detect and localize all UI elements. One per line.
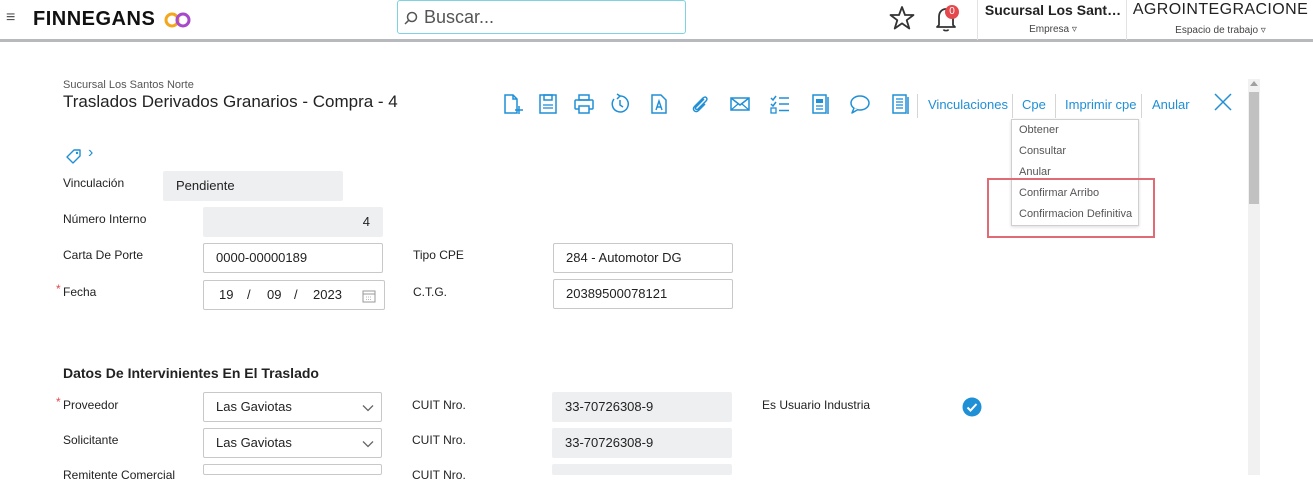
logo-text: FINNEGANS <box>33 8 156 30</box>
attachment-icon[interactable] <box>688 92 712 116</box>
tipo-cpe-input[interactable]: 284 - Automotor DG <box>553 243 733 273</box>
remitente-cuit-field <box>552 464 732 475</box>
numero-interno-label: Número Interno <box>63 212 147 226</box>
header-divider <box>977 0 978 40</box>
carta-porte-input[interactable]: 0000-00000189 <box>203 243 383 273</box>
fecha-day[interactable]: 19 <box>219 281 233 309</box>
chevron-down-icon <box>362 405 374 412</box>
tag-icon[interactable] <box>65 148 83 164</box>
scrollbar-thumb[interactable] <box>1249 92 1259 204</box>
comment-icon[interactable] <box>848 92 872 116</box>
fecha-label: Fecha <box>63 285 97 299</box>
text-document-icon[interactable] <box>647 92 671 116</box>
fecha-year[interactable]: 2023 <box>313 281 342 309</box>
branch-label: Empresa ▿ <box>1029 24 1077 35</box>
vertical-scrollbar[interactable] <box>1248 79 1260 475</box>
document-subtitle: Sucursal Los Santos Norte <box>63 79 194 91</box>
search-input[interactable] <box>424 5 674 29</box>
remitente-select[interactable] <box>203 464 382 475</box>
new-document-icon[interactable] <box>500 92 524 116</box>
check-circle-icon[interactable] <box>962 397 982 417</box>
proveedor-value: Las Gaviotas <box>216 399 292 414</box>
toolbar-divider <box>1141 94 1142 118</box>
anular-link[interactable]: Anular <box>1152 97 1190 112</box>
date-separator: / <box>294 287 298 302</box>
report-icon[interactable] <box>808 92 832 116</box>
solicitante-select[interactable]: Las Gaviotas <box>203 428 382 458</box>
highlight-box <box>987 178 1155 238</box>
history-icon[interactable] <box>608 92 632 116</box>
page-title: Traslados Derivados Granarios - Compra -… <box>63 92 398 111</box>
company-name: AGROINTEGRACIONE <box>1132 1 1309 18</box>
favorite-star-icon[interactable] <box>888 4 916 32</box>
proveedor-cuit-field: 33-70726308-9 <box>552 392 732 422</box>
workspace-label: Espacio de trabajo ▿ <box>1175 25 1266 36</box>
remitente-label: Remitente Comercial <box>63 468 176 482</box>
calendar-icon[interactable] <box>362 289 376 303</box>
required-asterisk: * <box>56 395 61 409</box>
logo-mark-icon <box>164 12 191 28</box>
cuit-label: CUIT Nro. <box>412 468 466 482</box>
save-icon[interactable] <box>536 92 560 116</box>
menu-item-consultar[interactable]: Consultar <box>1019 145 1066 157</box>
header-divider <box>1126 0 1127 40</box>
section-title: Datos De Intervinientes En El Traslado <box>63 365 319 381</box>
usuario-industria-label: Es Usuario Industria <box>762 398 871 412</box>
proveedor-label: Proveedor <box>63 398 119 412</box>
scroll-up-arrow-icon[interactable] <box>1250 81 1258 86</box>
carta-porte-label: Carta De Porte <box>63 248 144 262</box>
imprimir-cpe-link[interactable]: Imprimir cpe <box>1065 97 1137 112</box>
solicitante-cuit-field: 33-70726308-9 <box>552 428 732 458</box>
proveedor-select[interactable]: Las Gaviotas <box>203 392 382 422</box>
cuit-label: CUIT Nro. <box>412 398 466 412</box>
close-icon[interactable] <box>1213 92 1233 112</box>
workspace-selector[interactable]: AGROINTEGRACIONE Espacio de trabajo ▿ <box>1128 0 1313 40</box>
cpe-menu-link[interactable]: Cpe <box>1022 97 1046 112</box>
menu-item-obtener[interactable]: Obtener <box>1019 124 1059 136</box>
menu-icon[interactable]: ≡ <box>6 9 15 27</box>
email-icon[interactable] <box>728 92 752 116</box>
search-box[interactable] <box>397 0 686 34</box>
chevron-down-icon <box>362 441 374 448</box>
ctg-input[interactable]: 20389500078121 <box>553 279 733 309</box>
branch-selector[interactable]: Sucursal Los Sant… Empresa ▿ <box>980 0 1126 40</box>
list-document-icon[interactable] <box>888 92 912 116</box>
numero-interno-field: 4 <box>203 207 383 237</box>
required-asterisk: * <box>56 282 61 296</box>
tipo-cpe-label: Tipo CPE <box>413 248 464 262</box>
toolbar-divider <box>1012 94 1013 118</box>
print-icon[interactable] <box>572 92 596 116</box>
vinculacion-label: Vinculación <box>63 176 125 190</box>
logo[interactable]: FINNEGANS <box>33 8 192 31</box>
toolbar-divider <box>917 94 918 118</box>
breadcrumb-chevron-icon[interactable]: › <box>88 144 93 162</box>
date-separator: / <box>247 287 251 302</box>
vinculacion-field: Pendiente <box>163 171 343 201</box>
menu-item-anular[interactable]: Anular <box>1019 166 1051 178</box>
branch-name: Sucursal Los Sant… <box>984 2 1122 18</box>
checklist-icon[interactable] <box>768 92 792 116</box>
fecha-month[interactable]: 09 <box>267 281 281 309</box>
fecha-date-input[interactable]: 19 / 09 / 2023 <box>203 280 385 310</box>
ctg-label: C.T.G. <box>413 285 448 299</box>
solicitante-label: Solicitante <box>63 433 119 447</box>
notifications-button[interactable]: 0 <box>934 4 960 34</box>
search-icon <box>404 11 418 25</box>
cuit-label: CUIT Nro. <box>412 433 466 447</box>
top-bar: ≡ FINNEGANS 0 Sucursal Los Sant… Empresa… <box>0 0 1313 42</box>
notification-count-badge: 0 <box>945 5 959 19</box>
vinculaciones-link[interactable]: Vinculaciones <box>928 97 1008 112</box>
toolbar-divider <box>1055 94 1056 118</box>
solicitante-value: Las Gaviotas <box>216 435 292 450</box>
